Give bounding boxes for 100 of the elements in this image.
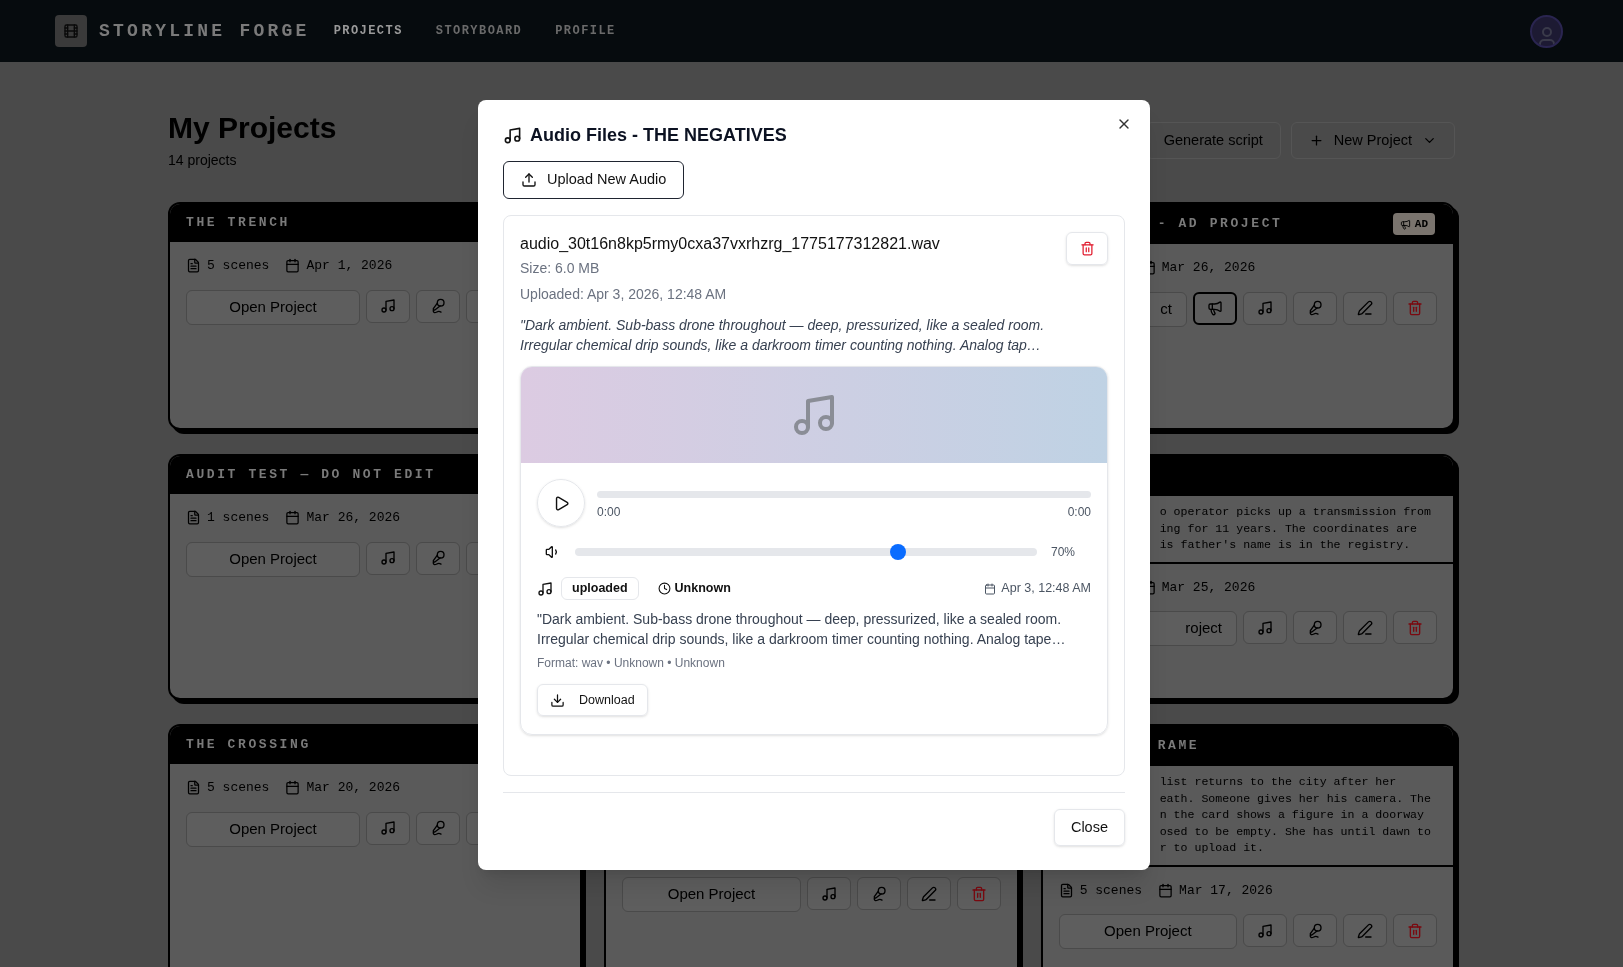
voice-button[interactable] xyxy=(416,811,460,845)
audio-format: Format: wav • Unknown • Unknown xyxy=(537,655,726,672)
card-date: Mar 20, 2026 xyxy=(306,779,401,797)
upload-button[interactable]: Upload New Audio xyxy=(503,161,685,199)
voice-button[interactable] xyxy=(1293,611,1337,644)
voice-button[interactable] xyxy=(416,541,460,575)
upload-date: Uploaded: Apr 3, 2026, 12:48 AM xyxy=(520,285,728,304)
document-icon xyxy=(1058,882,1074,898)
film-icon xyxy=(63,23,79,39)
edit-button[interactable] xyxy=(1343,914,1387,947)
delete-icon xyxy=(1407,922,1423,939)
voice-button[interactable] xyxy=(1293,291,1337,325)
document-icon xyxy=(186,258,201,274)
volume-reading: 70% xyxy=(1050,544,1075,561)
audio-button[interactable] xyxy=(1243,914,1287,947)
delete-icon xyxy=(970,885,987,902)
audio-icon xyxy=(380,298,396,314)
avatar[interactable] xyxy=(1530,14,1563,48)
megaphone-button[interactable] xyxy=(1193,291,1237,325)
audio-button[interactable] xyxy=(366,541,410,575)
audio-description: "Dark ambient. Sub-bass drone throughout — deep, pressurized, like a sealed room. Irregular chemical drip sounds, like a darkroom timer counting nothing. Analog tape… xyxy=(537,610,1067,649)
audio-button[interactable] xyxy=(806,877,851,910)
volume-thumb[interactable] xyxy=(890,544,907,560)
audio-icon xyxy=(380,820,396,836)
edit-icon xyxy=(1357,300,1373,316)
card-date: Mar 26, 2026 xyxy=(306,509,401,527)
card-date: Mar 25, 2026 xyxy=(1161,578,1256,597)
ad-badge: AD xyxy=(1392,213,1435,235)
audio-button[interactable] xyxy=(366,289,410,323)
card-title: - AD PROJECT xyxy=(1157,215,1283,234)
page-title: My Projects xyxy=(168,110,337,146)
edit-icon xyxy=(920,885,937,902)
delete-button[interactable] xyxy=(956,877,1001,910)
status-badge: uploaded xyxy=(561,577,639,600)
card-title: THE TRENCH xyxy=(186,214,290,233)
card-title: THE CROSSING xyxy=(186,736,311,755)
card-date: Mar 26, 2026 xyxy=(1161,259,1256,277)
file-size: Size: 6.0 MB xyxy=(520,259,601,278)
trash-icon xyxy=(1079,241,1095,256)
scene-count: 5 scenes xyxy=(1079,881,1143,900)
audio-button[interactable] xyxy=(366,811,410,845)
edit-button[interactable] xyxy=(1343,291,1387,325)
calendar-icon xyxy=(285,258,301,274)
nav-link[interactable]: PROFILE xyxy=(555,22,616,40)
audio-icon xyxy=(1257,922,1273,939)
audio-prompt: "Dark ambient. Sub-bass drone throughout — deep, pressurized, like a sealed room. Irregular chemical drip sounds, like a darkroom timer counting nothing. Analog tap… xyxy=(520,316,1046,355)
voice-icon xyxy=(430,820,446,836)
audio-icon xyxy=(380,550,396,566)
clock-icon xyxy=(657,582,671,595)
nav-link[interactable]: PROJECTS xyxy=(333,22,403,40)
scene-count: 5 scenes xyxy=(207,779,270,797)
open-project-button[interactable]: Open Project xyxy=(622,877,801,912)
brand-name: STORYLINE FORGE xyxy=(99,19,310,43)
voice-icon xyxy=(430,550,446,566)
voice-button[interactable] xyxy=(856,877,901,910)
document-icon xyxy=(186,780,201,796)
music-icon xyxy=(503,126,522,145)
music-icon xyxy=(537,580,553,597)
edit-icon xyxy=(1357,619,1373,636)
card-date: Apr 1, 2026 xyxy=(306,257,393,275)
dialog-title: Audio Files - THE NEGATIVES xyxy=(530,124,787,147)
voice-button[interactable] xyxy=(1293,914,1337,947)
audio-date: Apr 3, 12:48 AM xyxy=(1001,580,1091,598)
open-project-button[interactable]: Open Project xyxy=(186,289,360,325)
plus-icon xyxy=(1308,133,1324,148)
audio-duration: Unknown xyxy=(674,580,731,598)
open-project-button[interactable]: Open Project xyxy=(186,541,360,577)
delete-button[interactable] xyxy=(1393,291,1437,325)
current-time: 0:00 xyxy=(597,504,621,521)
audio-icon xyxy=(1257,300,1273,316)
delete-button[interactable] xyxy=(1393,611,1437,644)
delete-icon xyxy=(1407,300,1423,316)
close-button[interactable]: Close xyxy=(1053,809,1125,846)
scene-count: 1 scenes xyxy=(207,509,270,527)
open-project-button[interactable]: Open Project xyxy=(186,811,360,847)
delete-button[interactable] xyxy=(1393,914,1437,947)
audio-icon xyxy=(1257,619,1273,636)
calendar-icon xyxy=(285,780,301,796)
download-button[interactable]: Download xyxy=(537,684,648,716)
total-time: 0:00 xyxy=(1067,504,1091,521)
open-project-button[interactable]: Open Project xyxy=(1058,914,1237,949)
nav-link[interactable]: STORYBOARD xyxy=(435,22,523,40)
file-name: audio_30t16n8kp5rmy0cxa37vxrhzrg_1775177312821.wav xyxy=(520,234,940,254)
audio-icon xyxy=(820,885,837,902)
megaphone-icon xyxy=(1399,218,1411,230)
card-title: AUDIT TEST — DO NOT EDIT xyxy=(186,466,436,485)
edit-button[interactable] xyxy=(906,877,951,910)
progress-track[interactable] xyxy=(597,491,1091,498)
voice-icon xyxy=(430,298,446,314)
edit-button[interactable] xyxy=(1343,611,1387,644)
calendar-icon xyxy=(1158,882,1174,898)
audio-button[interactable] xyxy=(1243,291,1287,325)
voice-button[interactable] xyxy=(416,289,460,323)
document-icon xyxy=(186,510,201,526)
upload-icon xyxy=(521,172,537,188)
audio-button[interactable] xyxy=(1243,611,1287,644)
scene-count: 5 scenes xyxy=(207,257,270,275)
calendar-icon xyxy=(984,582,997,595)
new-project-button[interactable]: New Project xyxy=(1290,122,1455,159)
project-count: 14 projects xyxy=(168,151,238,170)
